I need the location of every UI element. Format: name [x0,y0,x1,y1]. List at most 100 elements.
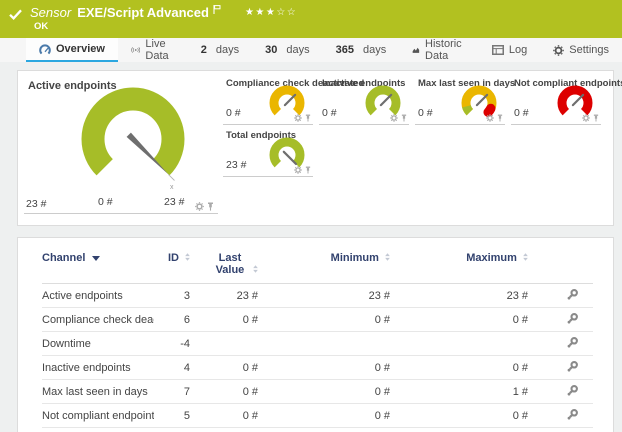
divider [24,213,218,214]
channels-table-panel: Channel ID Last Value Minimum Maximum [17,237,614,432]
gauge-settings-gear-icon[interactable] [582,114,590,122]
last-value-cell: 0 # [190,356,258,380]
tab-settings[interactable]: Settings [540,38,622,62]
channel-name-cell: Not compliant endpoints [42,404,154,428]
edit-channel-wrench-icon[interactable] [566,312,579,325]
channel-name-cell: Inactive endpoints [42,356,154,380]
area-chart-icon [412,45,420,55]
divider [223,124,313,125]
gauge-icon [39,44,51,55]
gauge-dial: x [58,87,208,199]
minimum-cell: 0 # [258,404,390,428]
edit-channel-wrench-icon[interactable] [566,288,579,301]
gauge-total-endpoints: Total endpoints 23 # [220,127,316,179]
id-cell: 4 [154,356,190,380]
tab-bar: Overview Live Data 2 days 30 days 365 da… [0,38,622,62]
divider [415,124,505,125]
live-signal-icon [131,45,140,55]
gauge-max-last-seen-in-days: Max last seen in days 0 # [412,75,508,127]
channel-name-cell: Max last seen in days [42,380,154,404]
table-row: Not compliant endpoints 5 0 # 0 # 0 # [42,404,593,428]
id-cell: 2 [154,428,190,432]
sensor-overview-page: SensorEXE/Script Advanced★★★☆☆ OK Overvi… [0,0,622,432]
divider [511,124,601,125]
channels-table: Channel ID Last Value Minimum Maximum [42,250,593,432]
last-value-cell: 0 # [190,308,258,332]
pin-icon[interactable] [401,114,407,122]
divider [319,124,409,125]
tab-30-days[interactable]: 30 days [252,38,323,62]
channel-name-cell: Compliance check deacti... [42,308,154,332]
last-value-cell: 0 # [190,404,258,428]
pin-icon[interactable] [305,114,311,122]
gauge-settings-gear-icon[interactable] [294,114,302,122]
col-id[interactable]: ID [154,250,190,284]
col-maximum[interactable]: Maximum [390,250,528,284]
col-channel[interactable]: Channel [42,250,154,284]
table-header-row: Channel ID Last Value Minimum Maximum [42,250,593,284]
table-row: Max last seen in days 7 0 # 0 # 1 # [42,380,593,404]
id-cell: 5 [154,404,190,428]
maximum-cell: 0 # [390,356,528,380]
maximum-cell: 0 # [390,404,528,428]
col-actions [528,250,593,284]
gauge-settings-gear-icon[interactable] [486,114,494,122]
pin-icon[interactable] [207,202,214,211]
gauge-scale-min: 0 # [98,196,113,208]
table-row: Downtime -4 [42,332,593,356]
gauge-inactive-endpoints: Inactive endpoints 0 # [316,75,412,127]
table-row: Active endpoints 3 23 # 23 # 23 # [42,284,593,308]
gauge-not-compliant-endpoints: Not compliant endpoints 0 # [508,75,604,127]
gauge-value: 0 # [514,107,529,119]
gauge-settings-gear-icon[interactable] [195,202,204,211]
log-table-icon [492,45,504,55]
sensor-type-label: Sensor [30,5,71,20]
last-value-cell [190,332,258,356]
pin-icon[interactable] [305,166,311,174]
small-gauges-grid: Compliance check deactivated 0 # Inactiv… [220,75,607,221]
edit-channel-wrench-icon[interactable] [566,384,579,397]
minimum-cell: 0 # [258,380,390,404]
maximum-cell: 23 # [390,428,528,432]
table-row: Inactive endpoints 4 0 # 0 # 0 # [42,356,593,380]
tab-live-data[interactable]: Live Data [118,38,188,62]
sort-icon [185,253,190,261]
minimum-cell: 23 # [258,428,390,432]
status-ok-check-icon [9,9,22,20]
table-row: Total endpoints 2 23 # 23 # 23 # [42,428,593,432]
maximum-cell: 1 # [390,380,528,404]
pin-icon[interactable] [497,114,503,122]
gauge-value: 0 # [226,107,241,119]
sensor-header: SensorEXE/Script Advanced★★★☆☆ OK [0,0,622,38]
gauge-settings-gear-icon[interactable] [390,114,398,122]
sensor-status-text: OK [34,21,48,32]
tab-historic-data[interactable]: Historic Data [399,38,479,62]
maximum-cell [390,332,528,356]
last-value-cell: 0 # [190,380,258,404]
gauge-value: 0 # [322,107,337,119]
maximum-cell: 0 # [390,308,528,332]
channel-name-cell: Active endpoints [42,284,154,308]
gauge-value: 23 # [26,198,46,210]
edit-channel-wrench-icon[interactable] [566,336,579,349]
priority-flag-icon[interactable] [213,5,221,14]
last-value-cell: 23 # [190,428,258,432]
sort-icon [523,253,528,261]
gauge-compliance-check-deactivated: Compliance check deactivated 0 # [220,75,316,127]
divider [223,176,313,177]
pin-icon[interactable] [593,114,599,122]
col-last-value[interactable]: Last Value [190,250,258,284]
tab-365-days[interactable]: 365 days [323,38,400,62]
gauge-settings-gear-icon[interactable] [294,166,302,174]
tab-log[interactable]: Log [479,38,540,62]
edit-channel-wrench-icon[interactable] [566,408,579,421]
tab-2-days[interactable]: 2 days [188,38,252,62]
id-cell: 6 [154,308,190,332]
minimum-cell: 0 # [258,308,390,332]
id-cell: 7 [154,380,190,404]
tab-overview[interactable]: Overview [26,38,118,62]
gauge-value: 23 # [226,159,246,171]
edit-channel-wrench-icon[interactable] [566,360,579,373]
priority-stars[interactable]: ★★★☆☆ [245,7,297,18]
col-minimum[interactable]: Minimum [258,250,390,284]
